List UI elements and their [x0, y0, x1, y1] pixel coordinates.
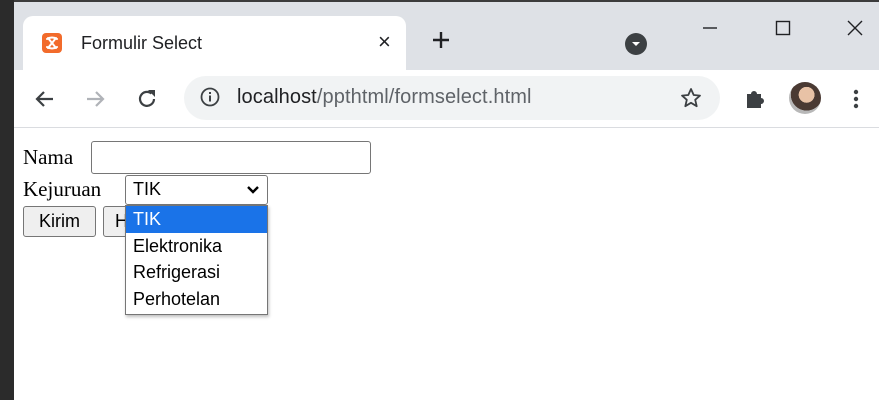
info-icon[interactable] — [200, 87, 220, 107]
url-path: /ppthtml/formselect.html — [316, 86, 532, 108]
extensions-puzzle-icon[interactable] — [742, 85, 768, 111]
browser-window: Formulir Select × localhost/ppthtml/form… — [14, 0, 879, 400]
nama-label: Nama — [23, 145, 74, 169]
minimize-icon[interactable] — [698, 16, 722, 40]
kejuruan-label: Kejuruan — [23, 177, 102, 201]
tab-title: Formulir Select — [81, 33, 203, 53]
url-text: localhost/ppthtml/formselect.html — [237, 86, 532, 109]
page-content: Nama Kejuruan TIK Kirim H TIK Elektronik… — [14, 128, 879, 400]
maximize-icon[interactable] — [771, 16, 795, 40]
option-perhotelan[interactable]: Perhotelan — [126, 286, 267, 313]
tab-search-icon[interactable] — [625, 33, 647, 55]
close-window-icon[interactable] — [843, 16, 867, 40]
address-bar[interactable]: localhost/ppthtml/formselect.html — [184, 76, 720, 120]
new-tab-icon[interactable] — [429, 28, 453, 52]
profile-avatar[interactable] — [789, 82, 821, 114]
chevron-down-icon — [245, 180, 261, 200]
back-icon[interactable] — [31, 85, 59, 113]
xampp-favicon-icon — [42, 33, 62, 53]
kejuruan-select[interactable]: TIK — [125, 175, 268, 205]
tab-close-icon[interactable]: × — [378, 30, 391, 54]
nama-input[interactable] — [91, 141, 371, 174]
menu-kebab-icon[interactable] — [849, 85, 863, 113]
desktop-edge — [0, 0, 14, 400]
option-refrigerasi[interactable]: Refrigerasi — [126, 259, 267, 286]
url-host: localhost — [237, 86, 317, 108]
forward-icon[interactable] — [81, 85, 109, 113]
reload-icon[interactable] — [133, 85, 161, 113]
kejuruan-selected-value: TIK — [133, 179, 162, 199]
kejuruan-dropdown-list: TIK Elektronika Refrigerasi Perhotelan — [125, 205, 268, 315]
browser-toolbar: localhost/ppthtml/formselect.html — [14, 70, 879, 128]
option-tik[interactable]: TIK — [126, 206, 267, 233]
kirim-button[interactable]: Kirim — [23, 206, 96, 237]
tab-formulir-select[interactable]: Formulir Select × — [23, 16, 406, 72]
option-elektronika[interactable]: Elektronika — [126, 233, 267, 260]
bookmark-star-icon[interactable] — [680, 87, 702, 109]
tab-strip: Formulir Select × — [14, 0, 879, 72]
